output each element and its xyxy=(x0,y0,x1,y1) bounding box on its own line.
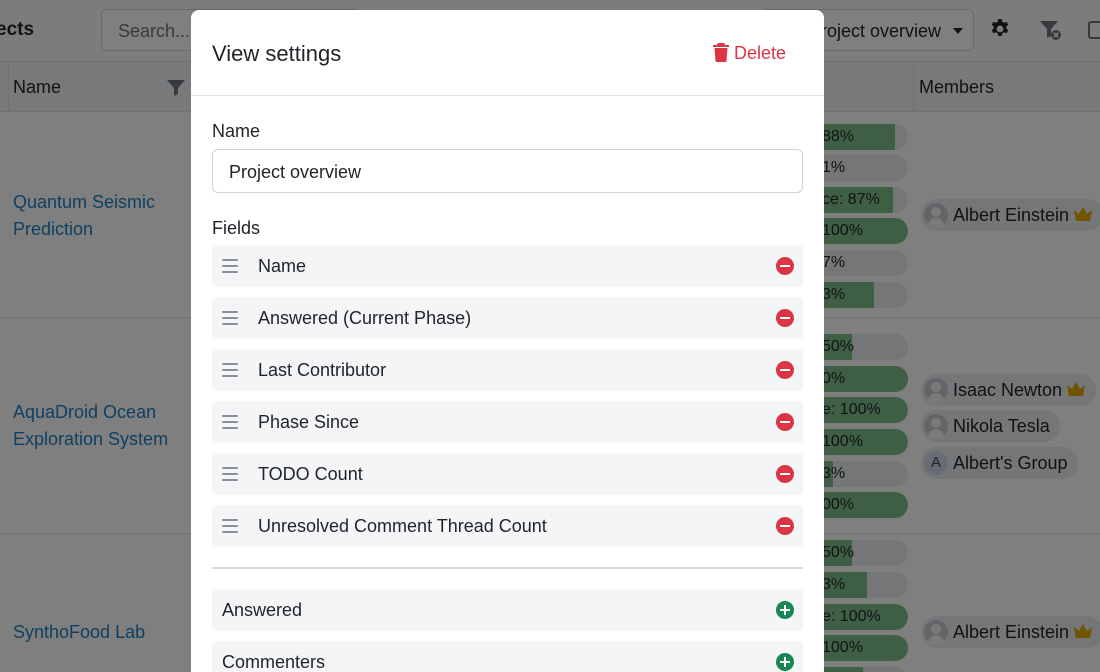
remove-field-icon[interactable] xyxy=(776,257,794,275)
selected-field-item[interactable]: Name xyxy=(212,245,803,287)
selected-field-item[interactable]: Answered (Current Phase) xyxy=(212,297,803,339)
remove-field-icon[interactable] xyxy=(776,517,794,535)
modal-title: View settings xyxy=(212,41,342,66)
modal-header: View settings Delete xyxy=(191,10,824,96)
selected-field-item[interactable]: Phase Since xyxy=(212,401,803,443)
divider xyxy=(212,567,803,569)
remove-field-icon[interactable] xyxy=(776,465,794,483)
drag-handle-icon[interactable] xyxy=(222,363,238,377)
trash-icon xyxy=(713,43,729,63)
add-field-icon[interactable] xyxy=(776,601,794,619)
view-settings-modal: View settings Delete Name Project overvi… xyxy=(191,10,824,672)
available-field-item[interactable]: Answered xyxy=(212,589,803,631)
fields-label: Fields xyxy=(212,218,261,238)
selected-field-item[interactable]: Unresolved Comment Thread Count xyxy=(212,505,803,547)
view-name-value: Project overview xyxy=(229,162,362,182)
drag-handle-icon[interactable] xyxy=(222,259,238,273)
remove-field-icon[interactable] xyxy=(776,309,794,327)
available-field-item[interactable]: Commenters xyxy=(212,641,803,672)
remove-field-icon[interactable] xyxy=(776,361,794,379)
drag-handle-icon[interactable] xyxy=(222,519,238,533)
drag-handle-icon[interactable] xyxy=(222,415,238,429)
selected-field-item[interactable]: TODO Count xyxy=(212,453,803,495)
selected-field-item[interactable]: Last Contributor xyxy=(212,349,803,391)
add-field-icon[interactable] xyxy=(776,653,794,671)
name-label: Name xyxy=(212,121,261,141)
drag-handle-icon[interactable] xyxy=(222,311,238,325)
drag-handle-icon[interactable] xyxy=(222,467,238,481)
remove-field-icon[interactable] xyxy=(776,413,794,431)
view-name-input[interactable]: Project overview xyxy=(212,149,803,193)
